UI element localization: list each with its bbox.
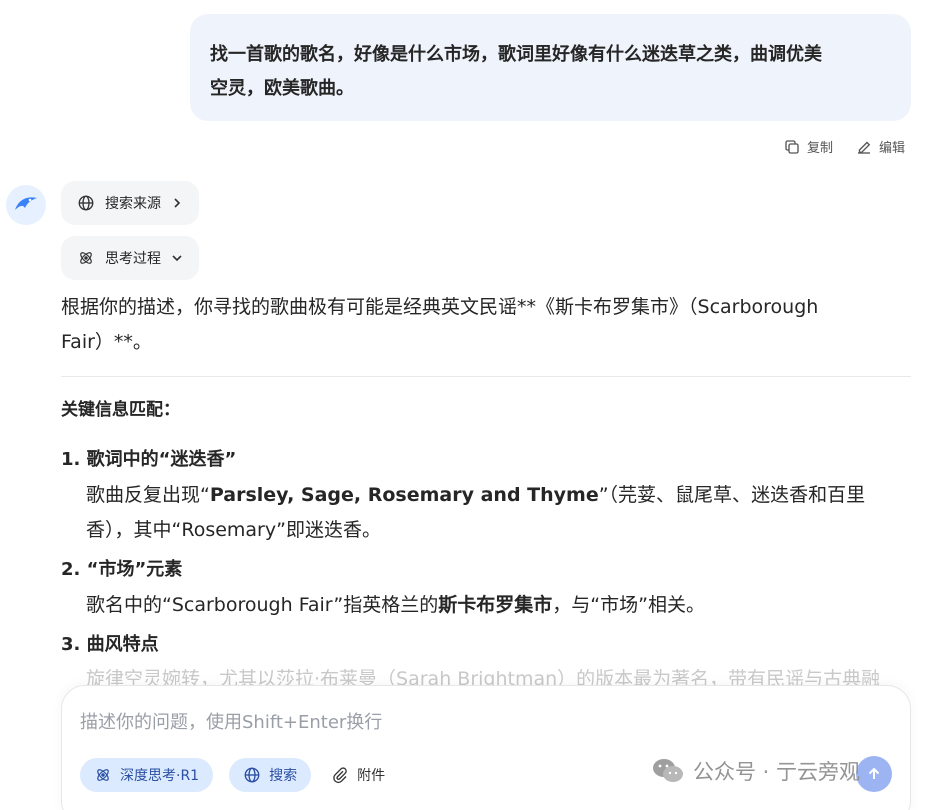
search-sources-label: 搜索来源 (105, 196, 161, 212)
input-toolbar: 深度思考·R1 搜索 附件 (80, 758, 389, 792)
item-2-text-post: ，与“市场”相关。 (552, 594, 705, 616)
thinking-process-label: 思考过程 (105, 251, 161, 267)
assistant-avatar (6, 185, 46, 225)
list-item-head-2: 2. “市场”元素 (61, 559, 183, 580)
thinking-process-chip[interactable]: 思考过程 (61, 236, 199, 280)
section-title: 关键信息匹配： (61, 400, 180, 420)
chat-input-box: 描述你的问题，使用Shift+Enter换行 深度思考·R1 搜索 附件 (61, 685, 911, 810)
item-2-text-pre: 歌名中的“Scarborough Fair”指英格兰的 (86, 594, 439, 616)
list-item-body-1: 歌曲反复出现“Parsley, Sage, Rosemary and Thyme… (86, 478, 886, 548)
item-1-text-bold: Parsley, Sage, Rosemary and Thyme (209, 484, 599, 506)
user-message-bubble: 找一首歌的歌名，好像是什么市场，歌词里好像有什么迷迭草之类，曲调优美 空灵，欧美… (190, 14, 911, 121)
search-label: 搜索 (269, 768, 298, 784)
atom-icon (80, 252, 92, 264)
copy-button[interactable]: 复制 (783, 137, 833, 156)
item-1-text-pre: 歌曲反复出现“ (86, 484, 210, 506)
deep-think-toggle[interactable]: 深度思考·R1 (80, 758, 214, 792)
answer-intro-line-1: 根据你的描述，你寻找的歌曲极有可能是经典英文民谣**《斯卡布罗集市》（Scarb… (61, 296, 819, 318)
answer-divider (61, 376, 911, 377)
copy-icon (785, 139, 799, 154)
copy-label: 复制 (806, 141, 833, 156)
answer-intro-line-2: Fair）**。 (61, 331, 152, 353)
list-item-body-2: 歌名中的“Scarborough Fair”指英格兰的斯卡布罗集市，与“市场”相… (86, 588, 886, 623)
item-1-text-line-2: 香），其中“Rosemary”即迷迭香。 (86, 519, 381, 541)
deep-think-label: 深度思考·R1 (120, 768, 200, 784)
search-toggle[interactable]: 搜索 (229, 758, 312, 792)
user-message-line-2: 空灵，欧美歌曲。 (210, 78, 354, 99)
pencil-icon (857, 141, 871, 154)
whale-logo-icon (15, 197, 37, 210)
globe-icon (78, 195, 94, 211)
attach-label: 附件 (357, 768, 386, 784)
chevron-right-icon (174, 198, 181, 208)
user-message-line-1: 找一首歌的歌名，好像是什么市场，歌词里好像有什么迷迭草之类，曲调优美 (210, 44, 822, 65)
edit-label: 编辑 (878, 141, 905, 156)
globe-icon (244, 767, 260, 783)
arrow-up-icon (868, 767, 880, 779)
wechat-icon (653, 759, 683, 782)
list-item-head-1: 1. 歌词中的“迷迭香” (61, 449, 237, 470)
item-2-text-bold: 斯卡布罗集市 (438, 594, 553, 616)
item-1-text-post: ”（芫荽、鼠尾草、迷迭香和百里 (598, 484, 866, 506)
send-button[interactable] (856, 756, 892, 792)
attach-button[interactable]: 附件 (327, 765, 389, 785)
message-actions: 复制 编辑 (783, 137, 905, 156)
answer-intro: 根据你的描述，你寻找的歌曲极有可能是经典英文民谣**《斯卡布罗集市》（Scarb… (61, 290, 911, 360)
paperclip-icon (333, 767, 347, 784)
edit-button[interactable]: 编辑 (855, 137, 905, 156)
watermark-text: 公众号 · 亍云旁观 (693, 760, 861, 784)
atom-icon (97, 769, 109, 781)
chat-page: 找一首歌的歌名，好像是什么市场，歌词里好像有什么迷迭草之类，曲调优美 空灵，欧美… (0, 0, 929, 810)
list-item-head-3: 3. 曲风特点 (61, 634, 159, 655)
search-sources-chip[interactable]: 搜索来源 (61, 181, 199, 225)
chat-input[interactable]: 描述你的问题，使用Shift+Enter换行 (80, 708, 382, 734)
chevron-down-icon (172, 255, 182, 262)
wechat-watermark: 公众号 · 亍云旁观 (651, 756, 860, 786)
